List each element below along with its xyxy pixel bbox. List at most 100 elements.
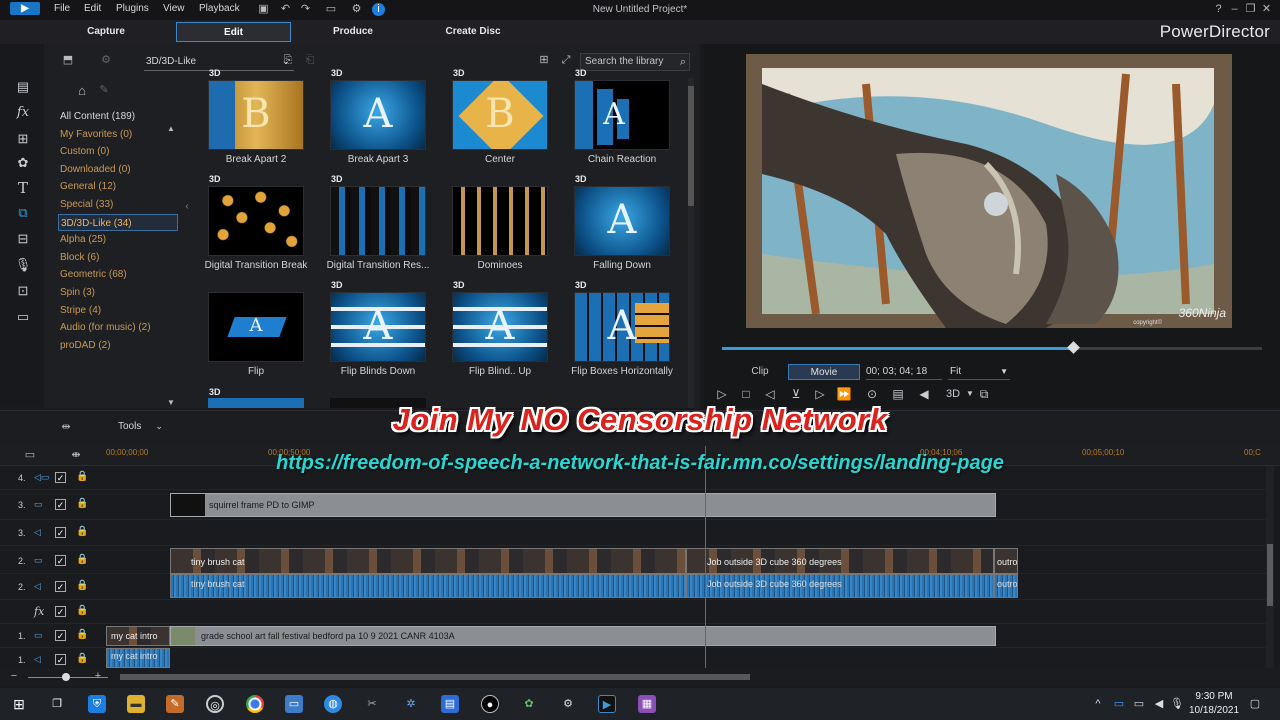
screen-app-icon[interactable]: ▭ bbox=[285, 695, 303, 713]
thumb-flip-blinds-up[interactable]: A bbox=[452, 292, 548, 362]
seek-knob[interactable] bbox=[1067, 341, 1080, 354]
tab-edit[interactable]: Edit bbox=[176, 22, 291, 42]
category-item[interactable]: Alpha (25) bbox=[58, 231, 178, 249]
thumb-flip-blinds-down[interactable]: A bbox=[330, 292, 426, 362]
audio-mixing-icon[interactable]: ⊟ bbox=[14, 230, 32, 248]
close-icon[interactable]: ✕ bbox=[1260, 3, 1273, 16]
category-item[interactable]: Downloaded (0) bbox=[58, 161, 178, 179]
tab-produce[interactable]: Produce bbox=[302, 22, 404, 42]
tray-chevron-icon[interactable]: ^ bbox=[1092, 695, 1104, 713]
powerdirector-taskbar-icon[interactable]: ▶ bbox=[598, 695, 616, 713]
file-explorer-icon[interactable]: ▬ bbox=[127, 695, 145, 713]
tab-create-disc[interactable]: Create Disc bbox=[420, 22, 526, 42]
globe-app-icon[interactable]: ◍ bbox=[324, 695, 342, 713]
timecode-display[interactable]: 00; 03; 04; 18 bbox=[866, 364, 942, 380]
tab-capture[interactable]: Capture bbox=[56, 22, 156, 42]
zoom-out-icon[interactable]: − bbox=[8, 670, 20, 683]
track-enable-checkbox[interactable]: ✓ bbox=[55, 606, 66, 617]
title-room-icon[interactable]: T bbox=[14, 179, 32, 197]
tag-icon[interactable]: ⌂ bbox=[74, 84, 90, 97]
security-app-icon[interactable]: ⛨ bbox=[88, 695, 106, 713]
thumb-flip[interactable]: A bbox=[208, 292, 304, 362]
media-room-icon[interactable]: ▤ bbox=[14, 78, 32, 96]
lock-icon[interactable]: 🔒 bbox=[76, 526, 88, 537]
movie-mode-tab[interactable]: Movie bbox=[788, 364, 860, 380]
timeline-clip[interactable]: grade school art fall festival bedford p… bbox=[170, 626, 996, 646]
track-enable-checkbox[interactable]: ✓ bbox=[55, 654, 66, 665]
thumb-falling-down[interactable]: A bbox=[574, 186, 670, 256]
next-frame-icon[interactable]: ▷ bbox=[812, 386, 828, 402]
paint-app-icon[interactable]: ✿ bbox=[520, 695, 538, 713]
category-item[interactable]: Special (33) bbox=[58, 196, 178, 214]
track-enable-checkbox[interactable]: ✓ bbox=[55, 555, 66, 566]
maximize-icon[interactable]: ❐ bbox=[1244, 3, 1257, 16]
subtitle-icon[interactable]: ▤ bbox=[890, 386, 906, 402]
play-icon[interactable]: ▷ bbox=[714, 386, 730, 402]
timeline-horizontal-scrollbar-thumb[interactable] bbox=[120, 674, 750, 680]
search-input[interactable]: Search the library ⌕ bbox=[580, 53, 690, 71]
library-scrollbar-thumb[interactable] bbox=[688, 86, 694, 206]
split-icon[interactable]: ⊻ bbox=[788, 386, 804, 402]
thumb-dominoes[interactable] bbox=[452, 186, 548, 256]
category-item[interactable]: 3D/3D-Like (34) bbox=[58, 213, 178, 232]
lock-icon[interactable]: 🔒 bbox=[76, 629, 88, 640]
voiceover-icon[interactable]: 🎙 bbox=[14, 256, 32, 274]
snapshot-icon[interactable]: ⊙ bbox=[864, 386, 880, 402]
timeline-clip[interactable]: squirrel frame PD to GIMP bbox=[170, 493, 996, 517]
stop-icon[interactable]: □ bbox=[738, 386, 754, 402]
timeline-vertical-scrollbar-thumb[interactable] bbox=[1267, 544, 1273, 606]
lock-icon[interactable]: 🔒 bbox=[76, 605, 88, 616]
track-enable-checkbox[interactable]: ✓ bbox=[55, 527, 66, 538]
volume-icon[interactable]: ◀ bbox=[1152, 695, 1166, 713]
lock-icon[interactable]: 🔒 bbox=[76, 554, 88, 565]
category-item[interactable]: Custom (0) bbox=[58, 143, 178, 161]
track-enable-checkbox[interactable]: ✓ bbox=[55, 581, 66, 592]
app-icon[interactable]: ● bbox=[481, 695, 499, 713]
gear-icon[interactable]: ⚙ bbox=[559, 695, 577, 713]
lock-icon[interactable]: 🔒 bbox=[76, 498, 88, 509]
fit-dropdown[interactable]: Fit ▼ bbox=[948, 364, 1010, 380]
category-item[interactable]: My Favorites (0) bbox=[58, 126, 178, 144]
transition-room-icon[interactable]: ⧉ bbox=[14, 204, 32, 222]
undock-icon[interactable]: ⧉ bbox=[976, 386, 992, 402]
thumb-chain-reaction[interactable]: A bbox=[574, 80, 670, 150]
fx-room-icon[interactable]: fx bbox=[14, 104, 32, 122]
category-item[interactable]: Audio (for music) (2) bbox=[58, 319, 178, 337]
subtitle-room-icon[interactable]: ▭ bbox=[14, 308, 32, 326]
chat-app-icon[interactable]: ▤ bbox=[441, 695, 459, 713]
seek-bar[interactable] bbox=[722, 341, 1262, 354]
audio-clip[interactable]: Job outside 3D cube 360 degrees bbox=[686, 574, 994, 598]
timeline-clip[interactable]: my cat intro bbox=[106, 626, 170, 646]
category-item[interactable]: Block (6) bbox=[58, 249, 178, 267]
category-item[interactable]: All Content (189) bbox=[58, 108, 178, 126]
zoom-slider-knob[interactable] bbox=[62, 673, 70, 681]
chrome-icon[interactable] bbox=[246, 695, 264, 713]
thumb-center[interactable]: B bbox=[452, 80, 548, 150]
tray-app-icon[interactable]: ▭ bbox=[1112, 695, 1126, 713]
clip-mode-tab[interactable]: Clip bbox=[734, 364, 786, 380]
thumb-break-apart-2[interactable]: B bbox=[208, 80, 304, 150]
zoom-in-icon[interactable]: + bbox=[92, 670, 104, 683]
task-view-icon[interactable]: ❐ bbox=[48, 695, 66, 713]
category-item[interactable]: Spin (3) bbox=[58, 284, 178, 302]
collapse-categories-icon[interactable]: ‹ bbox=[182, 200, 192, 213]
timeline-clip[interactable]: Job outside 3D cube 360 degrees bbox=[686, 548, 994, 574]
timeline-clip[interactable]: outro bbox=[994, 548, 1018, 574]
photo-director-icon[interactable]: ▦ bbox=[638, 695, 656, 713]
audio-clip[interactable]: my cat intro bbox=[106, 648, 170, 668]
thumb-flip-boxes-horizontally[interactable]: A bbox=[574, 292, 670, 362]
track-enable-checkbox[interactable]: ✓ bbox=[55, 499, 66, 510]
track-enable-checkbox[interactable]: ✓ bbox=[55, 630, 66, 641]
lock-icon[interactable]: 🔒 bbox=[76, 653, 88, 664]
audio-clip[interactable]: outro bbox=[994, 574, 1018, 598]
3d-mode-button[interactable]: 3D bbox=[942, 386, 964, 402]
expand-icon[interactable]: ⤢ bbox=[558, 54, 574, 67]
category-item[interactable]: Geometric (68) bbox=[58, 266, 178, 284]
audio-clip[interactable]: tiny brush cat bbox=[170, 574, 686, 598]
particle-room-icon[interactable]: ✿ bbox=[14, 154, 32, 172]
thumb-break-apart-3[interactable]: A bbox=[330, 80, 426, 150]
windows-start-icon[interactable]: ⊞ bbox=[10, 695, 28, 713]
playhead[interactable] bbox=[705, 446, 706, 672]
tool-app-icon[interactable]: ✂ bbox=[363, 695, 381, 713]
fast-forward-icon[interactable]: ⏩ bbox=[836, 386, 852, 402]
